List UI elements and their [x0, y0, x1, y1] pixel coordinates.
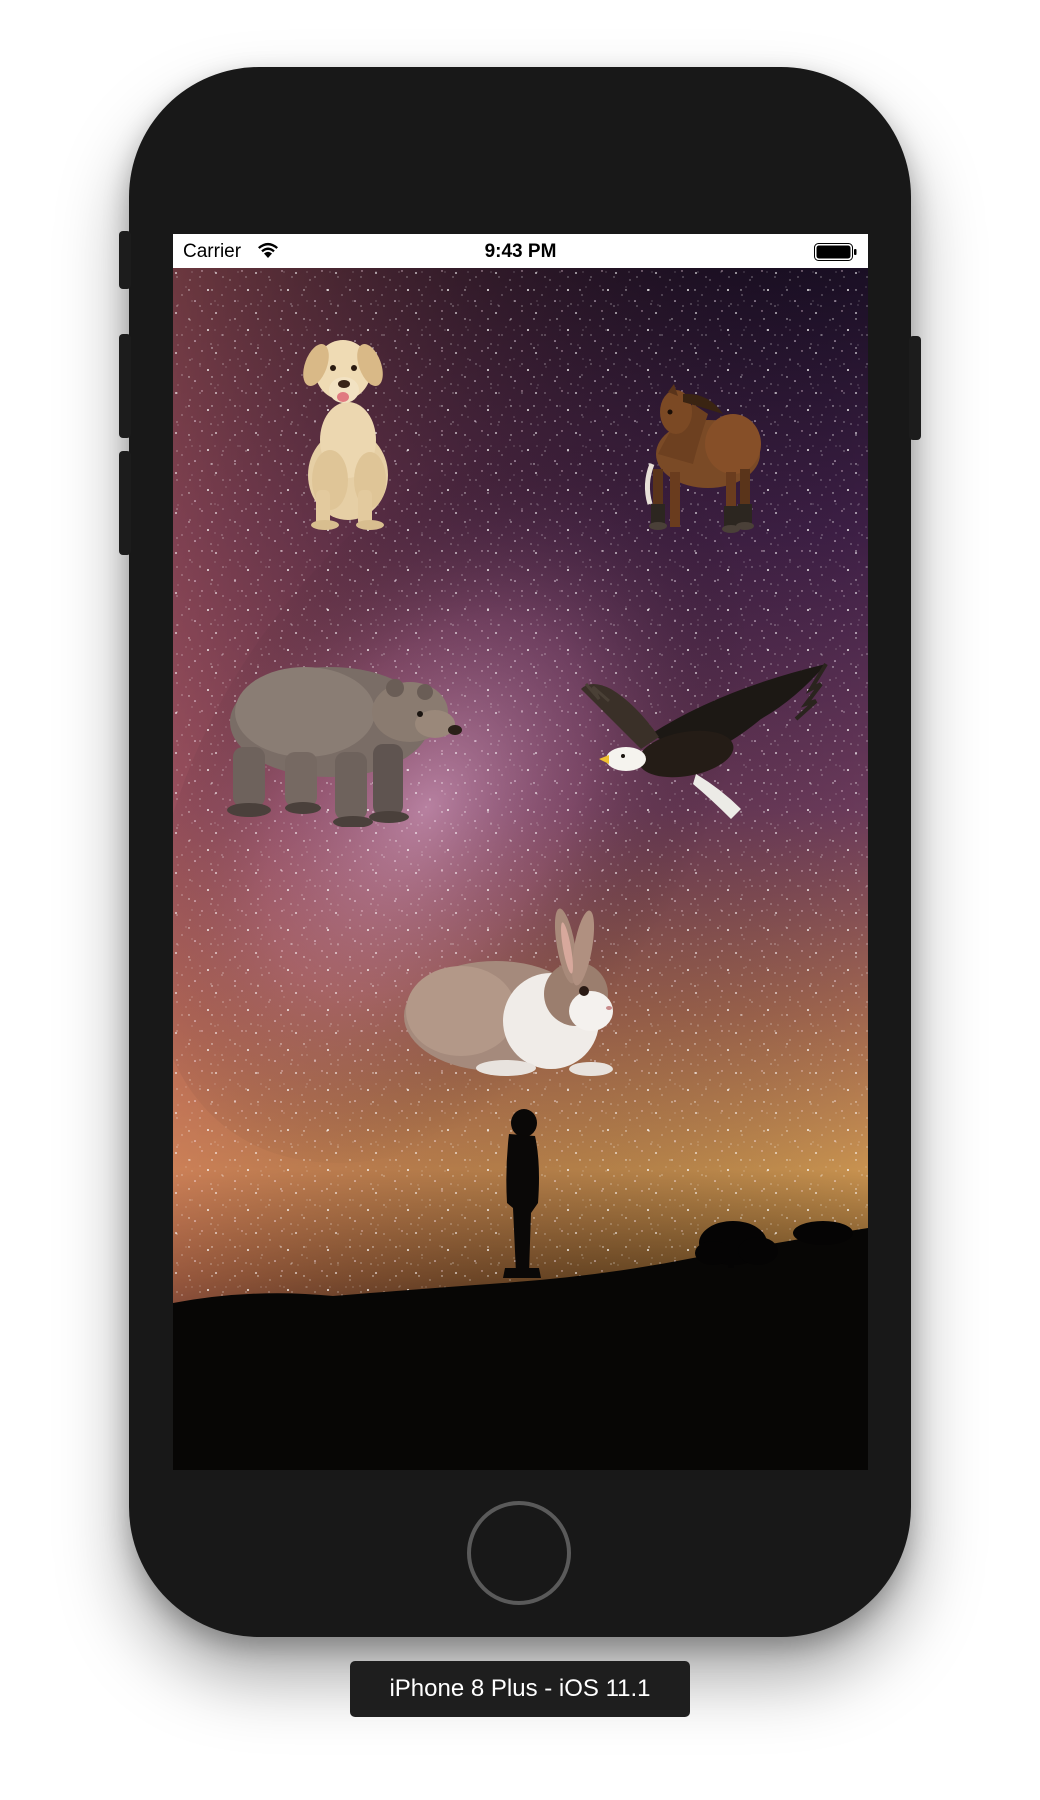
dog-image[interactable] [288, 330, 413, 530]
volume-down-button[interactable] [119, 451, 131, 555]
simulator-window: Carrier 9:43 PM iPhone 8 Plus - iOS 11.1 [0, 0, 1040, 1800]
home-button[interactable] [467, 1501, 571, 1605]
horse-image[interactable] [638, 384, 770, 544]
power-button[interactable] [909, 336, 921, 440]
status-time: 9:43 PM [484, 241, 557, 262]
bear-image[interactable] [225, 652, 470, 827]
mute-switch[interactable] [119, 231, 131, 289]
rabbit-image[interactable] [401, 906, 631, 1078]
device-screen[interactable]: Carrier 9:43 PM [173, 234, 868, 1470]
status-bar: Carrier 9:43 PM [173, 234, 868, 268]
battery-full-icon [814, 243, 857, 261]
eagle-image[interactable] [581, 659, 828, 824]
volume-up-button[interactable] [119, 334, 131, 438]
device-label: iPhone 8 Plus - iOS 11.1 [350, 1661, 690, 1717]
